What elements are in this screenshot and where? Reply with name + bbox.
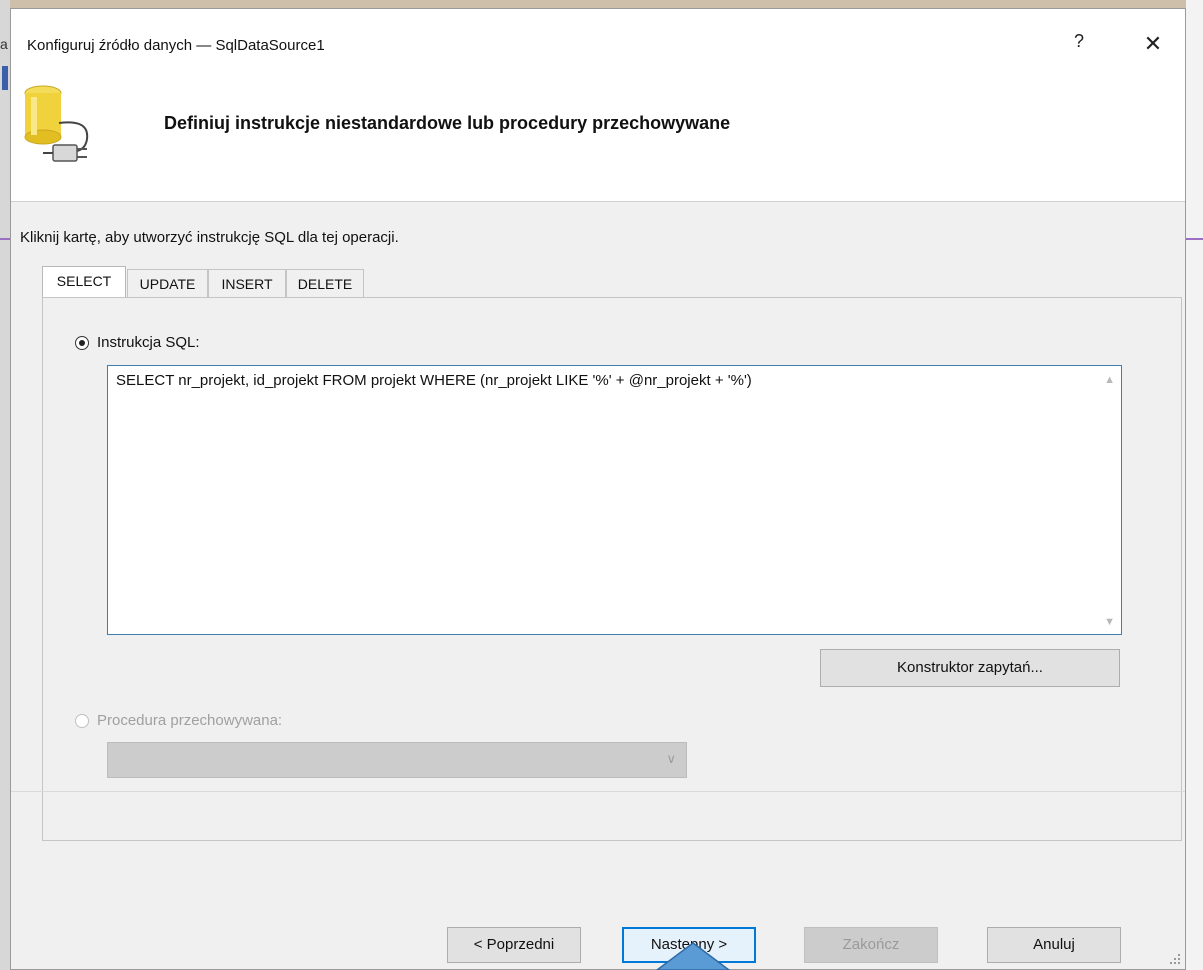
background-marker: [2, 66, 8, 90]
stored-procedure-radio[interactable]: [75, 714, 89, 728]
title-bar: Konfiguruj źródło danych — SqlDataSource…: [11, 9, 1185, 83]
resize-grip-icon[interactable]: [1169, 953, 1181, 965]
tab-delete[interactable]: DELETE: [286, 269, 364, 297]
footer-divider: [11, 791, 1185, 792]
sql-statement-textarea[interactable]: SELECT nr_projekt, id_projekt FROM proje…: [107, 365, 1122, 635]
radio-selected-dot: [79, 340, 85, 346]
stored-procedure-select[interactable]: ∨: [107, 742, 687, 778]
close-button[interactable]: ✕: [1135, 29, 1171, 61]
background-divider: [1186, 238, 1203, 240]
finish-button: Zakończ: [804, 927, 938, 963]
background-strip: [0, 0, 1203, 8]
database-plug-icon: [24, 85, 89, 162]
pointer-arrow-annotation: [655, 942, 731, 970]
sql-statement-label[interactable]: Instrukcja SQL:: [97, 334, 200, 351]
help-button[interactable]: ?: [1067, 31, 1091, 59]
page-title: Definiuj instrukcje niestandardowe lub p…: [164, 113, 731, 133]
sql-statement-radio[interactable]: [75, 336, 89, 350]
previous-button[interactable]: < Poprzedni: [447, 927, 581, 963]
tab-insert[interactable]: INSERT: [208, 269, 286, 297]
window-title: Konfiguruj źródło danych — SqlDataSource…: [27, 37, 325, 54]
background-divider: [0, 238, 10, 240]
sql-statement-text[interactable]: SELECT nr_projekt, id_projekt FROM proje…: [116, 372, 752, 389]
background-fragment: a: [0, 36, 8, 52]
wizard-header: Definiuj instrukcje niestandardowe lub p…: [11, 83, 1185, 202]
chevron-down-icon: ∨: [666, 751, 676, 766]
tab-select[interactable]: SELECT: [42, 266, 126, 297]
query-builder-button[interactable]: Konstruktor zapytań...: [820, 649, 1120, 687]
tab-update[interactable]: UPDATE: [127, 269, 208, 297]
configure-datasource-dialog: Konfiguruj źródło danych — SqlDataSource…: [10, 8, 1186, 970]
stored-procedure-label: Procedura przechowywana:: [97, 712, 283, 729]
scroll-up-icon[interactable]: ▲: [1104, 374, 1115, 386]
background-right-edge: [1186, 0, 1203, 970]
scroll-down-icon[interactable]: ▼: [1104, 616, 1115, 628]
cancel-button[interactable]: Anuluj: [987, 927, 1121, 963]
background-left-edge: [0, 0, 10, 970]
instruction-text: Kliknij kartę, aby utworzyć instrukcję S…: [20, 229, 399, 246]
